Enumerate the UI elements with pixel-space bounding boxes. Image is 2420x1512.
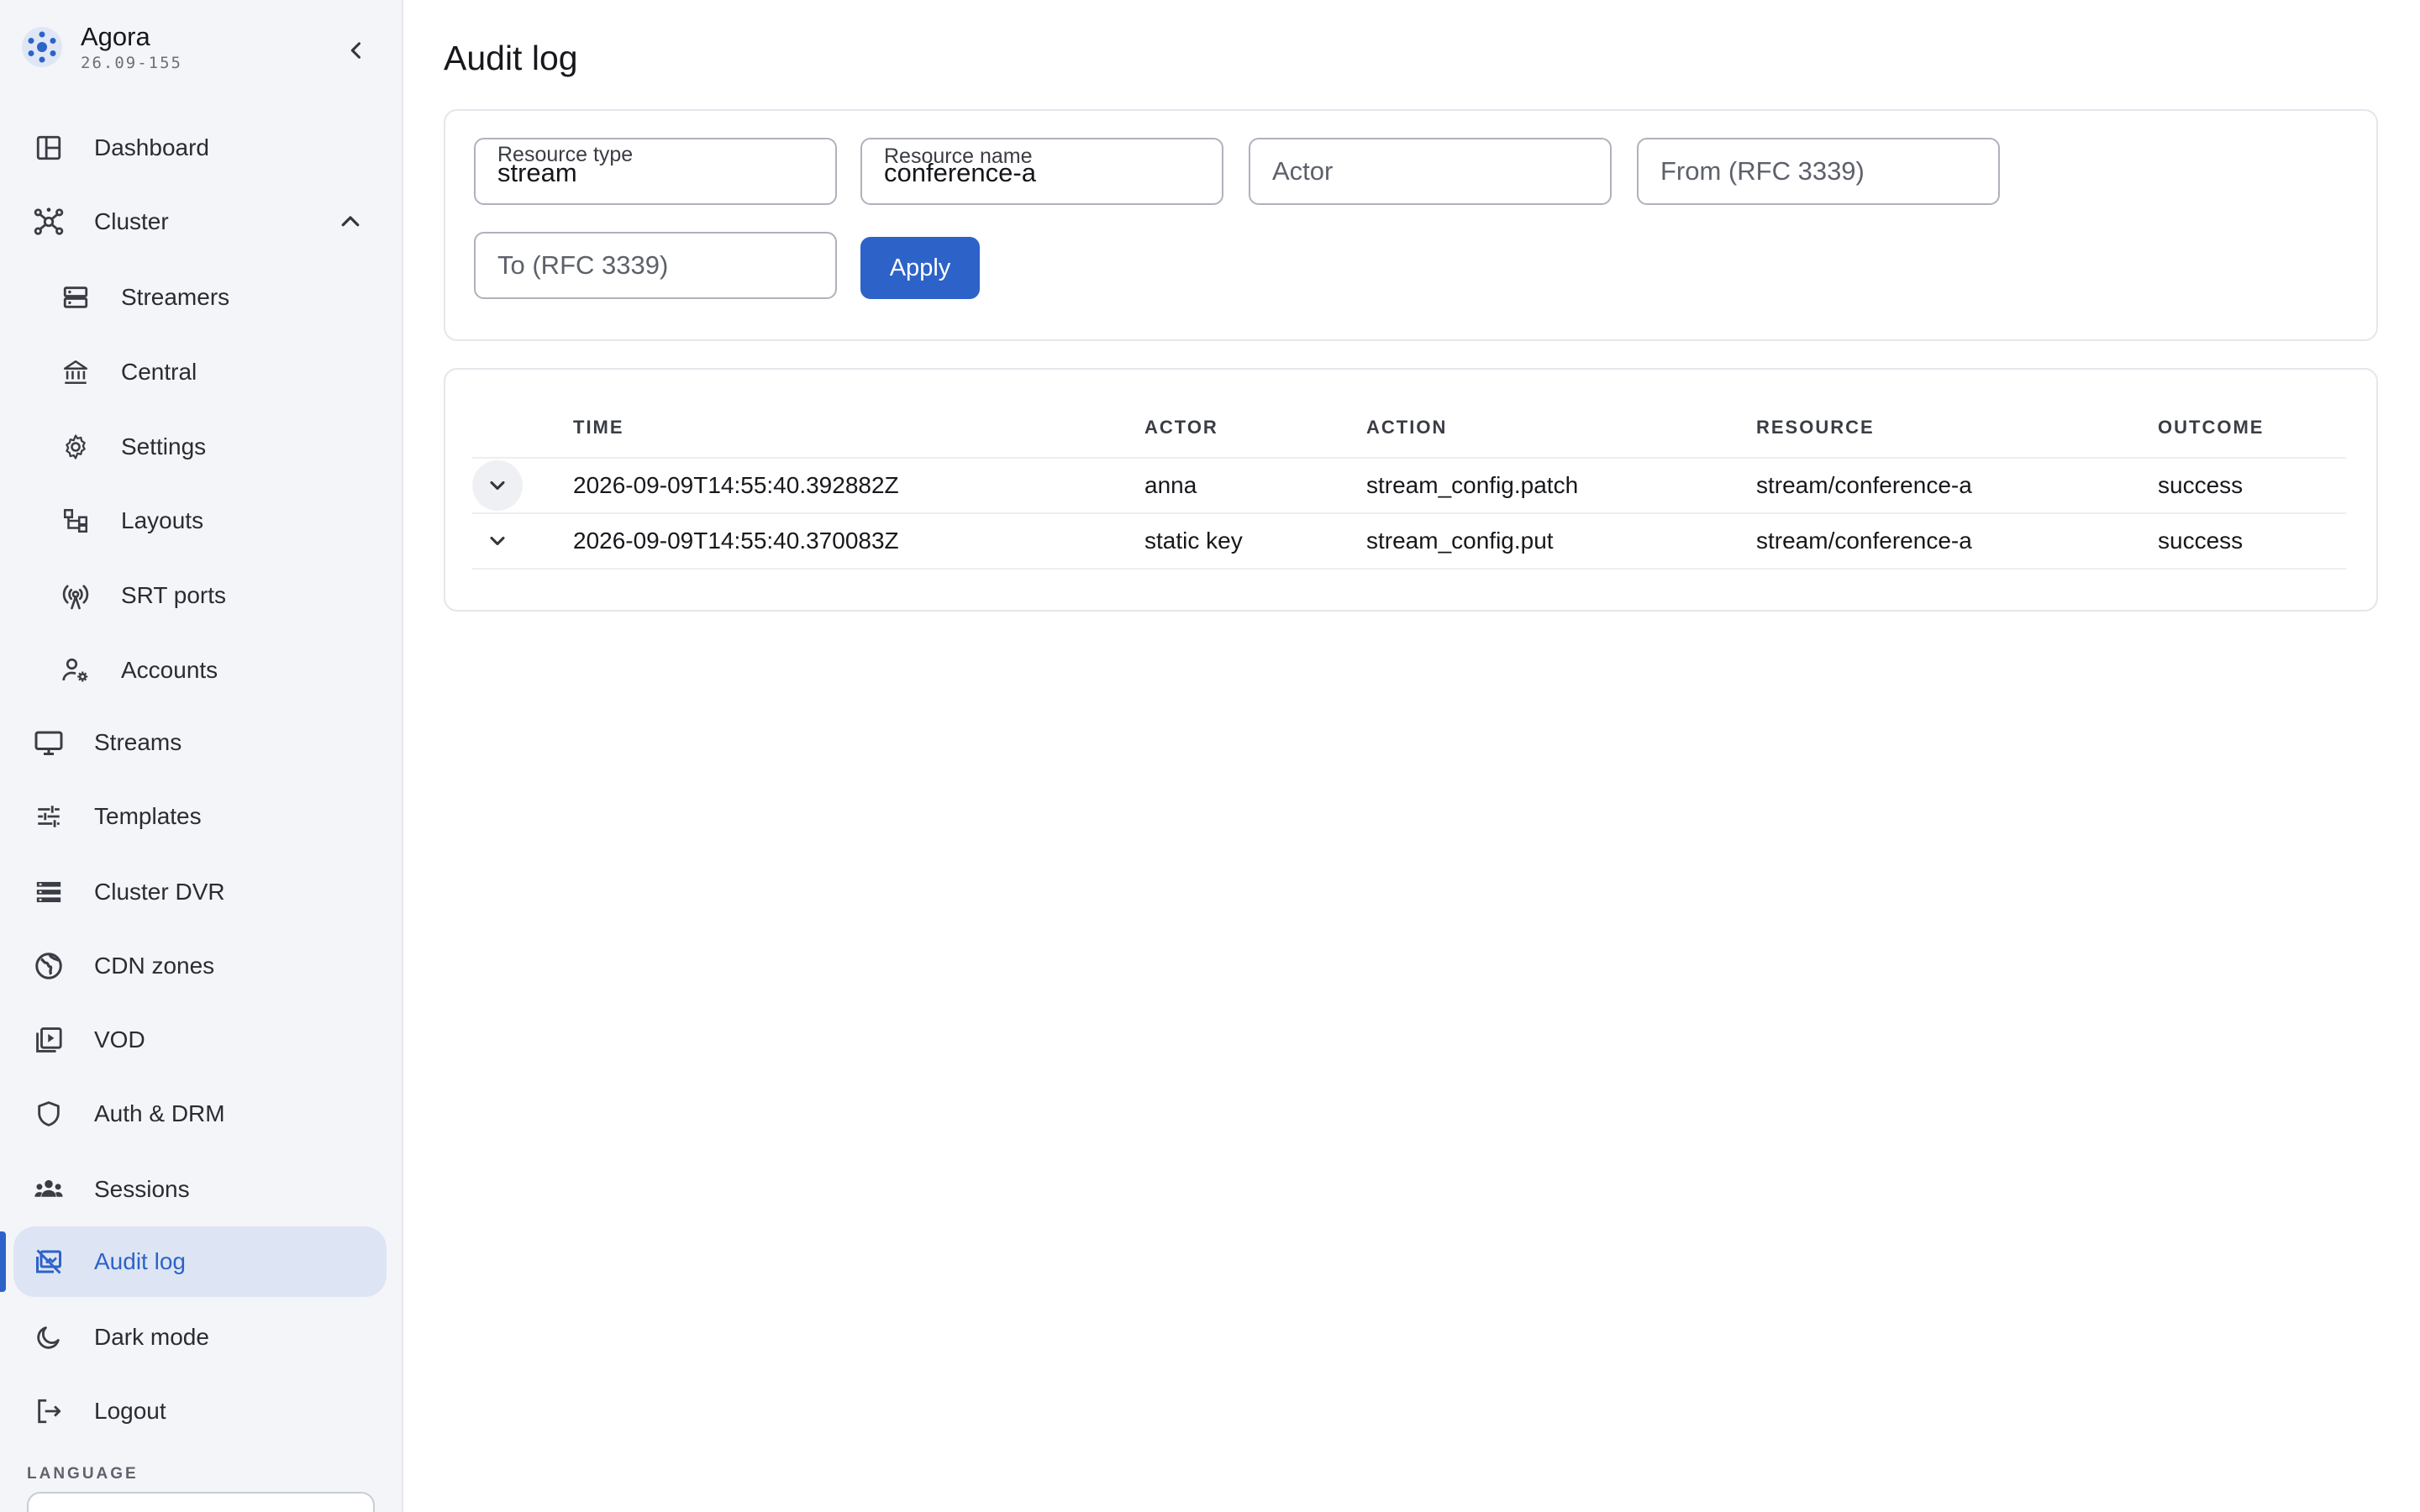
row-outcome: success [2158, 528, 2244, 554]
storage-icon [32, 875, 66, 909]
sidebar-item-label: SRT ports [121, 582, 227, 608]
sidebar-item-label: Audit log [94, 1248, 186, 1274]
language-label: LANGUAGE [27, 1465, 139, 1483]
sidebar-item-label: Layouts [121, 507, 204, 533]
sidebar-item-accounts[interactable]: Accounts [13, 635, 387, 706]
resource-type-input[interactable] [497, 158, 817, 188]
sidebar-item-cluster-dvr[interactable]: Cluster DVR [13, 857, 387, 927]
sidebar-item-dashboard[interactable]: Dashboard [13, 113, 387, 183]
row-time: 2026-09-09T14:55:40.392882Z [573, 472, 899, 498]
page-title: Audit log [444, 39, 578, 77]
gear-icon [59, 430, 92, 464]
sidebar-item-label: Streamers [121, 284, 230, 310]
brand: Agora 26.09-155 [20, 18, 390, 77]
from-input[interactable] [1660, 156, 1980, 186]
row-outcome: success [2158, 472, 2244, 498]
resource-name-input[interactable] [884, 158, 1203, 188]
sidebar-item-cdn-zones[interactable]: CDN zones [13, 931, 387, 1001]
resource-type-field[interactable]: Resource type [474, 138, 837, 205]
sidebar-item-label: CDN zones [94, 953, 215, 979]
to-field[interactable] [474, 232, 837, 299]
sidebar-item-layouts[interactable]: Layouts [13, 486, 387, 556]
sidebar-item-label: Sessions [94, 1176, 190, 1202]
brand-version: 26.09-155 [81, 54, 182, 72]
sidebar-item-label: Accounts [121, 657, 218, 683]
row-action: stream_config.patch [1366, 472, 1579, 498]
divider [472, 568, 2346, 570]
sidebar-item-streams[interactable]: Streams [13, 707, 387, 778]
cluster-icon [32, 205, 66, 239]
sidebar-item-audit-log[interactable]: Audit log [13, 1226, 387, 1297]
expand-row-button[interactable] [472, 516, 523, 566]
video-library-icon [32, 1023, 66, 1057]
logout-button[interactable]: Logout [13, 1376, 387, 1446]
sidebar-item-label: Cluster DVR [94, 879, 225, 905]
bank-icon [59, 355, 92, 389]
logout-icon [32, 1394, 66, 1428]
chevron-down-icon [490, 480, 505, 491]
layouts-icon [59, 504, 92, 538]
sidebar-item-auth-drm[interactable]: Auth & DRM [13, 1079, 387, 1149]
sidebar: Agora 26.09-155 Dashboard Cluster Stream… [0, 0, 403, 1512]
globe-icon [32, 949, 66, 983]
apply-button[interactable]: Apply [860, 237, 980, 299]
group-icon [32, 1173, 66, 1206]
chevron-up-icon [341, 216, 360, 227]
expand-row-button[interactable] [472, 460, 523, 511]
column-header-action: ACTION [1366, 417, 1448, 438]
chevron-down-icon [490, 536, 505, 546]
monitor-icon [32, 726, 66, 759]
column-header-time: TIME [573, 417, 624, 438]
sidebar-item-label: Settings [121, 433, 207, 459]
row-time: 2026-09-09T14:55:40.370083Z [573, 528, 899, 554]
language-select[interactable] [27, 1492, 375, 1512]
sidebar-item-srt-ports[interactable]: SRT ports [13, 560, 387, 631]
sidebar-item-label: Dashboard [94, 134, 209, 160]
user-gear-icon [59, 654, 92, 687]
brand-name: Agora [81, 22, 150, 51]
agora-logo-icon [22, 27, 62, 67]
actor-input[interactable] [1272, 156, 1591, 186]
sidebar-item-label: Dark mode [94, 1324, 209, 1350]
collapse-sidebar-button[interactable] [339, 34, 373, 67]
divider [472, 457, 2346, 459]
sidebar-item-label: VOD [94, 1026, 145, 1053]
column-header-resource: RESOURCE [1756, 417, 1875, 438]
sidebar-item-label: Cluster [94, 208, 169, 234]
sidebar-item-cluster[interactable]: Cluster [13, 186, 387, 257]
divider [472, 512, 2346, 514]
sliders-icon [32, 800, 66, 833]
row-resource: stream/conference-a [1756, 528, 1972, 554]
server-icon [59, 281, 92, 314]
audit-icon [32, 1245, 66, 1278]
sidebar-item-vod[interactable]: VOD [13, 1005, 387, 1075]
sidebar-item-sessions[interactable]: Sessions [13, 1154, 387, 1225]
active-indicator [0, 1231, 6, 1292]
shield-icon [32, 1097, 66, 1131]
column-header-actor: ACTOR [1144, 417, 1218, 438]
from-field[interactable] [1637, 138, 2000, 205]
chevron-left-icon [350, 42, 361, 59]
row-actor: static key [1144, 528, 1243, 554]
row-resource: stream/conference-a [1756, 472, 1972, 498]
column-header-outcome: OUTCOME [2158, 417, 2265, 438]
sidebar-item-settings[interactable]: Settings [13, 412, 387, 482]
dark-mode-toggle[interactable]: Dark mode [13, 1302, 387, 1373]
moon-icon [32, 1320, 66, 1354]
sidebar-item-streamers[interactable]: Streamers [13, 262, 387, 333]
actor-field[interactable] [1249, 138, 1612, 205]
sidebar-item-label: Logout [94, 1398, 166, 1424]
sidebar-item-label: Streams [94, 729, 182, 755]
row-action: stream_config.put [1366, 528, 1554, 554]
sidebar-item-label: Central [121, 359, 197, 385]
to-input[interactable] [497, 250, 817, 281]
row-actor: anna [1144, 472, 1197, 498]
resource-name-field[interactable]: Resource name [860, 138, 1223, 205]
antenna-icon [59, 579, 92, 612]
sidebar-item-templates[interactable]: Templates [13, 781, 387, 852]
sidebar-item-label: Templates [94, 803, 202, 829]
dashboard-icon [32, 131, 66, 165]
sidebar-item-label: Auth & DRM [94, 1100, 225, 1126]
sidebar-item-central[interactable]: Central [13, 337, 387, 407]
